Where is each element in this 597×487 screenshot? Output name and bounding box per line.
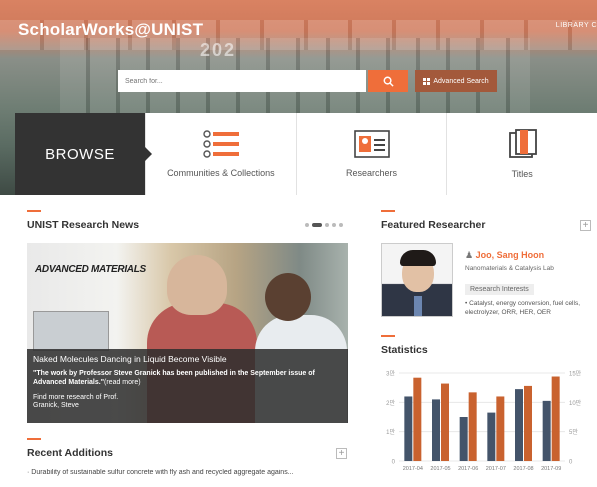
- browse-item-label: Titles: [511, 169, 533, 179]
- site-logo[interactable]: ScholarWorks@UNIST: [18, 20, 203, 40]
- statistics-section: Statistics: [381, 335, 428, 356]
- carousel-dots[interactable]: [305, 223, 343, 227]
- advanced-search-label: Advanced Search: [433, 77, 489, 85]
- statistics-title: Statistics: [381, 344, 428, 356]
- y-right-tick-label: 0: [569, 460, 573, 466]
- x-tick-label: 2017-07: [486, 466, 506, 472]
- bar-series-1: [515, 389, 523, 461]
- find-more-line-2: Granick, Steve: [33, 402, 79, 409]
- y-left-tick-label: 1만: [386, 428, 395, 436]
- search-icon: [383, 76, 394, 87]
- news-caption: Naked Molecules Dancing in Liquid Become…: [27, 349, 348, 423]
- list-icon: [203, 130, 239, 158]
- x-tick-label: 2017-08: [513, 466, 533, 472]
- researcher-name[interactable]: ♟ Joo, Sang Hoon: [465, 250, 544, 261]
- x-tick-label: 2017-05: [430, 466, 450, 472]
- news-headline[interactable]: Naked Molecules Dancing in Liquid Become…: [33, 354, 342, 364]
- research-interests: • Catalyst, energy conversion, fuel cell…: [465, 300, 581, 316]
- bar-series-2: [441, 383, 449, 461]
- section-accent: [381, 210, 395, 212]
- section-accent: [381, 335, 395, 337]
- bar-series-1: [459, 417, 468, 461]
- researcher-hair: [400, 250, 436, 266]
- recent-header: Recent Additions +: [27, 447, 349, 459]
- browse-label: BROWSE: [15, 113, 152, 195]
- recent-item[interactable]: · Durability of sustainable sulfur concr…: [27, 469, 349, 476]
- advanced-search-button[interactable]: Advanced Search: [415, 70, 497, 92]
- carousel-dot[interactable]: [305, 223, 309, 227]
- read-more-link[interactable]: (read more): [104, 379, 141, 386]
- browse-researchers[interactable]: Researchers: [295, 113, 447, 195]
- researcher-tie: [414, 296, 422, 316]
- news-quote: "The work by Professor Steve Granick has…: [33, 369, 342, 387]
- bar-series-1: [542, 400, 551, 461]
- recent-additions-title: Recent Additions: [27, 447, 113, 459]
- research-interests-text: Catalyst, energy conversion, fuel cells,…: [465, 300, 581, 316]
- statistics-chart: 0 0 1만 5만 2만 10만 3만 15만 2017-04 2017-05 2017-06 201…: [386, 370, 582, 473]
- plus-icon[interactable]: +: [580, 219, 591, 231]
- plus-icon[interactable]: +: [336, 447, 347, 459]
- carousel-dot[interactable]: [332, 223, 336, 227]
- section-accent: [27, 438, 41, 440]
- y-left-tick-label: 3만: [386, 370, 395, 378]
- bar-series-2: [468, 392, 477, 461]
- photo-person-1-head: [167, 255, 227, 315]
- research-news-title: UNIST Research News: [27, 219, 140, 231]
- news-slide[interactable]: ADVANCED MATERIALS Naked Molecules Danci…: [27, 243, 348, 423]
- section-accent: [27, 210, 41, 212]
- news-quote-text: "The work by Professor Steve Granick has…: [33, 370, 315, 386]
- grid-icon: [423, 77, 431, 85]
- bar-series-2: [496, 396, 505, 461]
- recent-item-title: Durability of sustainable sulfur concret…: [31, 469, 294, 476]
- library-link[interactable]: LIBRARY C: [556, 22, 597, 29]
- featured-researcher-title: Featured Researcher: [381, 219, 486, 231]
- find-more-line-1: Find more research of Prof.: [33, 394, 119, 401]
- photo-person-2-head: [265, 273, 311, 321]
- y-left-tick-label: 0: [392, 460, 396, 466]
- browse-communities-collections[interactable]: Communities & Collections: [145, 113, 296, 195]
- x-tick-label: 2017-04: [403, 466, 423, 472]
- featured-header: Featured Researcher +: [381, 219, 591, 231]
- left-column: UNIST Research News ADVANCED MATERIALS N…: [27, 210, 349, 476]
- search-input[interactable]: [118, 70, 366, 92]
- carousel-dot-active[interactable]: [312, 223, 322, 227]
- y-right-tick-label: 15만: [569, 370, 582, 378]
- search-button[interactable]: [368, 70, 408, 92]
- find-more-link[interactable]: Find more research of Prof. Granick, Ste…: [33, 394, 342, 410]
- browse-item-label: Communities & Collections: [167, 168, 275, 178]
- bar-series-2: [413, 377, 422, 461]
- building-number: 202: [200, 40, 237, 60]
- y-right-tick-label: 5만: [569, 428, 578, 436]
- bar-series-1: [404, 396, 413, 461]
- carousel-dot[interactable]: [325, 223, 329, 227]
- y-left-tick-label: 2만: [386, 399, 395, 407]
- x-tick-label: 2017-09: [541, 466, 561, 472]
- bar-series-1: [432, 399, 440, 461]
- browse-titles[interactable]: Titles: [446, 113, 597, 195]
- browse-item-label: Researchers: [345, 168, 398, 178]
- bar-series-1: [487, 412, 496, 461]
- right-column: Featured Researcher + ♟ Joo, Sang Hoon N…: [381, 210, 591, 472]
- person-icon: ♟: [465, 250, 474, 260]
- bar-series-2: [551, 376, 560, 461]
- carousel-dot[interactable]: [339, 223, 343, 227]
- book-icon: [509, 129, 538, 158]
- researcher-lab: Nanomaterials & Catalysis Lab: [465, 265, 554, 272]
- bar-series-2: [524, 385, 532, 461]
- journal-thumbnail: [33, 311, 109, 351]
- research-interests-tag: Research Interests: [465, 284, 534, 295]
- researcher-name-text: Joo, Sang Hoon: [475, 250, 545, 260]
- id-card-icon: [353, 130, 390, 158]
- y-right-tick-label: 10만: [569, 399, 582, 407]
- journal-cover-logo: ADVANCED MATERIALS: [35, 264, 146, 275]
- x-tick-label: 2017-06: [458, 466, 478, 472]
- recent-additions: Recent Additions + · Durability of susta…: [27, 438, 349, 476]
- researcher-photo[interactable]: [381, 243, 453, 317]
- browse-bar: BROWSE Communities & Collections Researc…: [15, 113, 597, 195]
